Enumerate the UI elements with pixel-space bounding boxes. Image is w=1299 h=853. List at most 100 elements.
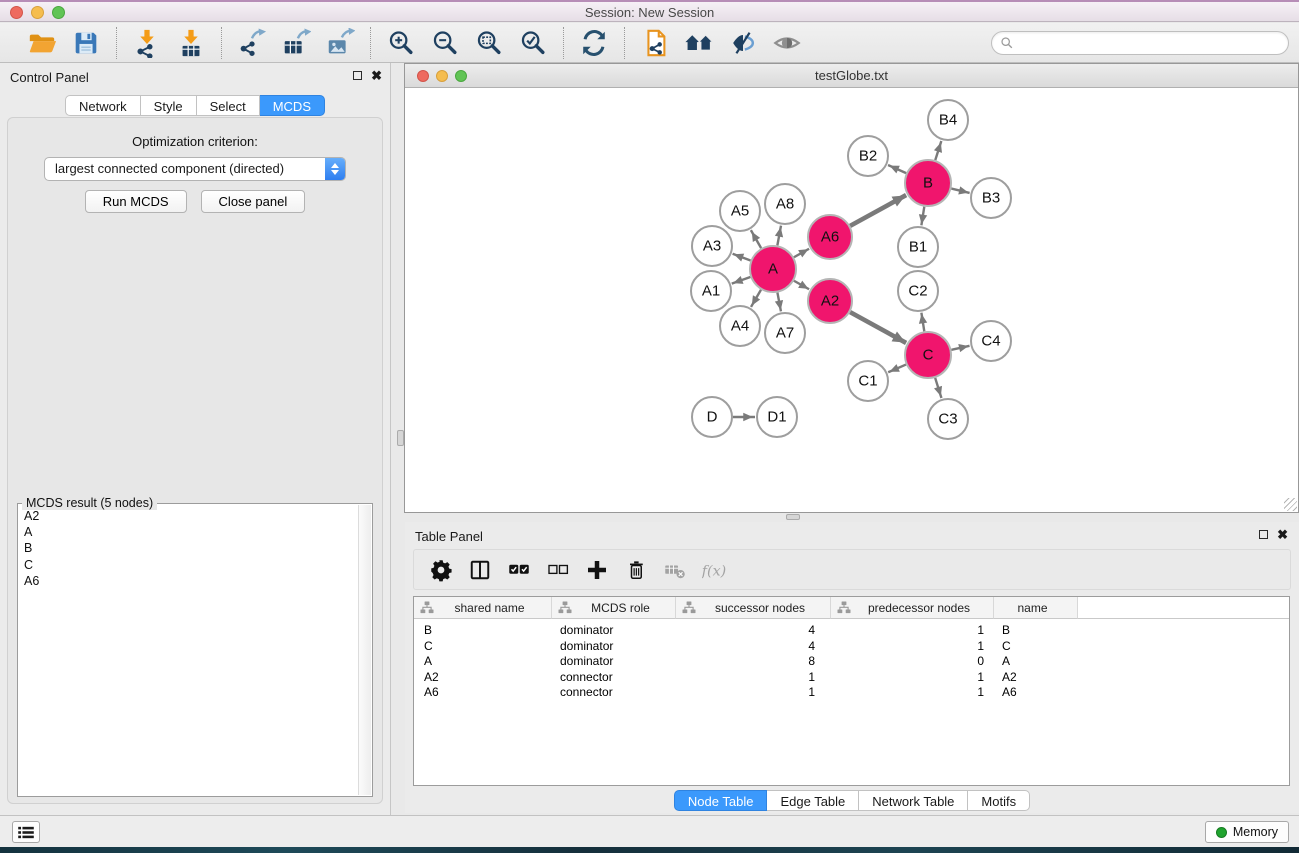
float-panel-icon[interactable] (353, 71, 362, 80)
memory-status-icon (1216, 827, 1227, 838)
table-cell[interactable]: 4 (676, 623, 831, 639)
optimization-criterion-select[interactable]: largest connected component (directed) (44, 157, 346, 181)
close-panel-button[interactable]: Close panel (201, 190, 306, 213)
zoom-selected-button[interactable] (517, 27, 549, 59)
refresh-button[interactable] (578, 27, 610, 59)
gear-button[interactable] (428, 557, 454, 583)
table-cell[interactable]: A2 (994, 670, 1078, 686)
vertical-divider-handle[interactable] (397, 430, 404, 446)
resize-grip[interactable] (1284, 498, 1297, 511)
mcds-result-item[interactable]: C (19, 557, 358, 573)
tab-node-table[interactable]: Node Table (674, 790, 768, 811)
table-body[interactable]: Bdominator41BCdominator41CAdominator80AA… (414, 619, 1289, 701)
float-table-panel-icon[interactable] (1259, 530, 1268, 539)
table-cell[interactable]: A6 (414, 685, 552, 701)
zoom-fit-icon (474, 28, 504, 58)
mcds-result-scrollbar[interactable] (358, 505, 371, 795)
table-row[interactable]: Adominator80A (414, 654, 1289, 670)
deselect-all-button[interactable] (545, 557, 571, 583)
select-all-button[interactable] (506, 557, 532, 583)
save-button[interactable] (70, 27, 102, 59)
column-header-mcds-role[interactable]: MCDS role (552, 597, 676, 619)
run-mcds-button[interactable]: Run MCDS (85, 190, 187, 213)
table-cell[interactable]: 4 (676, 639, 831, 655)
table-cell[interactable]: 1 (676, 670, 831, 686)
table-cell[interactable]: A6 (994, 685, 1078, 701)
table-cell[interactable]: connector (552, 670, 676, 686)
network-canvas[interactable]: B4B2BB3A8A5A6A3B1AA1C2A2A4A7C4CC1C3DD1 (405, 88, 1298, 512)
tab-motifs[interactable]: Motifs (968, 790, 1030, 811)
memory-button[interactable]: Memory (1205, 821, 1289, 843)
mcds-result-item[interactable]: B (19, 540, 358, 556)
column-header-shared-name[interactable]: shared name (414, 597, 552, 619)
table-cell[interactable]: A (994, 654, 1078, 670)
tab-network-table[interactable]: Network Table (859, 790, 968, 811)
table-header-row[interactable]: shared nameMCDS rolesuccessor nodesprede… (414, 597, 1289, 619)
search-icon (1000, 36, 1014, 50)
table-cell[interactable]: 1 (831, 685, 994, 701)
table-cell[interactable]: connector (552, 685, 676, 701)
table-row[interactable]: Cdominator41C (414, 639, 1289, 655)
table-cell[interactable]: 1 (831, 670, 994, 686)
add-row-button[interactable] (584, 557, 610, 583)
task-history-button[interactable] (12, 821, 40, 843)
hide-graphics-details-button[interactable] (727, 27, 759, 59)
export-table-button[interactable] (280, 27, 312, 59)
network-window-title: testGlobe.txt (405, 68, 1298, 83)
import-network-button[interactable] (131, 27, 163, 59)
table-cell[interactable]: B (994, 623, 1078, 639)
home-overview-button[interactable] (683, 27, 715, 59)
table-cell[interactable]: 1 (831, 623, 994, 639)
table-cell[interactable]: B (414, 623, 552, 639)
column-header-name[interactable]: name (994, 597, 1078, 619)
export-image-button[interactable] (324, 27, 356, 59)
table-cell[interactable]: 8 (676, 654, 831, 670)
table-cell[interactable]: dominator (552, 623, 676, 639)
table-row[interactable]: A6connector11A6 (414, 685, 1289, 701)
close-table-panel-icon[interactable]: ✖ (1277, 529, 1288, 540)
mcds-result-item[interactable]: A6 (19, 573, 358, 589)
column-header-predecessor-nodes[interactable]: predecessor nodes (831, 597, 994, 619)
search-input[interactable] (1014, 33, 1288, 53)
close-panel-icon[interactable]: ✖ (371, 70, 382, 81)
mcds-result-item[interactable]: A2 (19, 508, 358, 524)
export-network-button[interactable] (236, 27, 268, 59)
table-row[interactable]: A2connector11A2 (414, 670, 1289, 686)
node-table: shared nameMCDS rolesuccessor nodesprede… (413, 596, 1290, 786)
column-header-successor-nodes[interactable]: successor nodes (676, 597, 831, 619)
table-cell[interactable]: A2 (414, 670, 552, 686)
tab-mcds[interactable]: MCDS (260, 95, 325, 116)
tree-icon (837, 601, 851, 614)
tab-style[interactable]: Style (141, 95, 197, 116)
show-graphics-details-button[interactable] (771, 27, 803, 59)
zoom-out-button[interactable] (429, 27, 461, 59)
horizontal-divider-handle[interactable] (786, 514, 800, 520)
tab-select[interactable]: Select (197, 95, 260, 116)
table-cell[interactable]: C (414, 639, 552, 655)
table-cell[interactable]: C (994, 639, 1078, 655)
delete-row-button[interactable] (623, 557, 649, 583)
table-cell[interactable]: dominator (552, 639, 676, 655)
graph-node-label: C2 (908, 283, 927, 300)
table-cell[interactable]: 1 (831, 639, 994, 655)
search-box[interactable] (991, 31, 1289, 55)
tab-network[interactable]: Network (65, 95, 141, 116)
zoom-fit-button[interactable] (473, 27, 505, 59)
select-stepper-icon[interactable] (325, 158, 345, 180)
graph-node-label: A1 (702, 283, 720, 300)
table-cell[interactable]: 1 (676, 685, 831, 701)
column-header-filler (1078, 597, 1289, 619)
tab-edge-table[interactable]: Edge Table (767, 790, 859, 811)
table-cell[interactable]: dominator (552, 654, 676, 670)
network-window-titlebar[interactable]: testGlobe.txt (405, 64, 1298, 88)
table-row[interactable]: Bdominator41B (414, 623, 1289, 639)
table-cell[interactable]: A (414, 654, 552, 670)
mcds-result-item[interactable]: A (19, 524, 358, 540)
import-table-button[interactable] (175, 27, 207, 59)
table-cell[interactable]: 0 (831, 654, 994, 670)
open-folder-button[interactable] (26, 27, 58, 59)
split-columns-button[interactable] (467, 557, 493, 583)
new-network-document-button[interactable] (639, 27, 671, 59)
mcds-result-list[interactable]: A2ABCA6 (19, 508, 358, 795)
zoom-in-button[interactable] (385, 27, 417, 59)
